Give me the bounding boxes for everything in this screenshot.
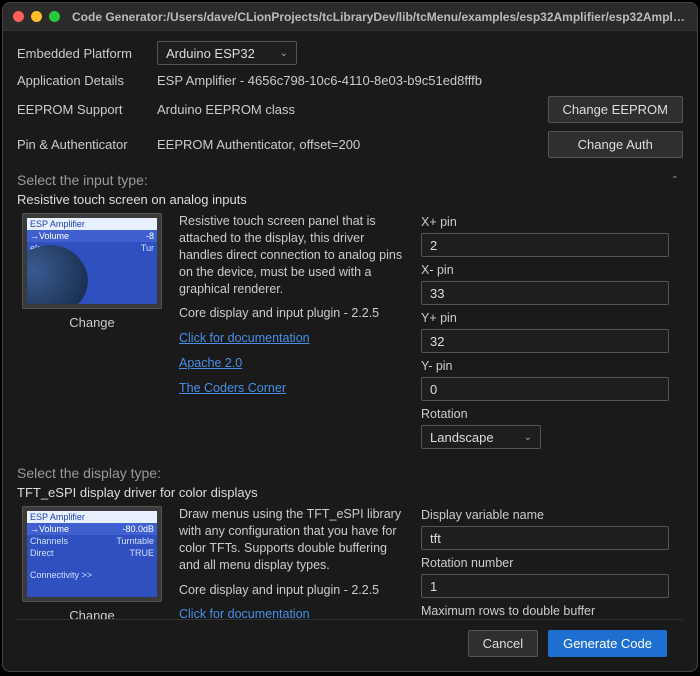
plugins-scroll[interactable]: Select the input type: ⌃ Resistive touch…	[17, 166, 683, 619]
pin-auth-value: EEPROM Authenticator, offset=200	[157, 137, 548, 152]
window-controls	[13, 11, 60, 22]
input-section-header: Select the input type: ⌃	[17, 172, 679, 188]
pin-auth-label: Pin & Authenticator	[17, 137, 157, 152]
input-plugin-block: ESP Amplifier →Volume-8 elsTur ect Chang…	[17, 213, 679, 449]
content-area: Embedded Platform Arduino ESP32 ⌄ Applic…	[3, 31, 697, 671]
maximize-icon[interactable]	[49, 11, 60, 22]
chevron-down-icon: ⌄	[280, 48, 288, 59]
top-settings: Embedded Platform Arduino ESP32 ⌄ Applic…	[17, 41, 683, 158]
platform-label: Embedded Platform	[17, 46, 157, 61]
eeprom-label: EEPROM Support	[17, 102, 157, 117]
input-license-link[interactable]: Apache 2.0	[179, 355, 409, 372]
titlebar: Code Generator:/Users/dave/CLionProjects…	[3, 3, 697, 31]
scroll-up-icon[interactable]: ⌃	[671, 175, 679, 186]
xplus-pin-input[interactable]	[421, 233, 669, 257]
platform-value: Arduino ESP32	[166, 46, 255, 61]
platform-select[interactable]: Arduino ESP32 ⌄	[157, 41, 297, 65]
yplus-pin-input[interactable]	[421, 329, 669, 353]
display-change-button[interactable]: Change	[69, 608, 115, 619]
input-plugin-props: X+ pin X- pin Y+ pin Y- pin Rotation Lan…	[421, 213, 679, 449]
display-plugin-block: ESP Amplifier →Volume-80.0dB ChannelsTur…	[17, 506, 679, 619]
input-change-button[interactable]: Change	[69, 315, 115, 330]
minimize-icon[interactable]	[31, 11, 42, 22]
eeprom-value: Arduino EEPROM class	[157, 102, 548, 117]
dialog-footer: Cancel Generate Code	[17, 619, 683, 671]
app-details-label: Application Details	[17, 73, 157, 88]
cancel-button[interactable]: Cancel	[468, 630, 538, 657]
display-var-input[interactable]	[421, 526, 669, 550]
input-plugin-description: Resistive touch screen panel that is att…	[179, 213, 409, 449]
code-generator-window: Code Generator:/Users/dave/CLionProjects…	[2, 2, 698, 672]
rotation-number-input[interactable]	[421, 574, 669, 598]
display-plugin-title: TFT_eSPI display driver for color displa…	[17, 485, 679, 500]
change-auth-button[interactable]: Change Auth	[548, 131, 684, 158]
input-plugin-title: Resistive touch screen on analog inputs	[17, 192, 679, 207]
close-icon[interactable]	[13, 11, 24, 22]
display-plugin-thumbnail: ESP Amplifier →Volume-80.0dB ChannelsTur…	[22, 506, 162, 602]
generate-code-button[interactable]: Generate Code	[548, 630, 667, 657]
rotation-select[interactable]: Landscape ⌄	[421, 425, 541, 449]
yminus-pin-input[interactable]	[421, 377, 669, 401]
input-plugin-thumbnail: ESP Amplifier →Volume-8 elsTur ect	[22, 213, 162, 309]
app-details-value: ESP Amplifier - 4656c798-10c6-4110-8e03-…	[157, 73, 683, 88]
change-eeprom-button[interactable]: Change EEPROM	[548, 96, 684, 123]
display-plugin-description: Draw menus using the TFT_eSPI library wi…	[179, 506, 409, 619]
display-plugin-props: Display variable name Rotation number Ma…	[421, 506, 679, 619]
input-doc-link[interactable]: Click for documentation	[179, 330, 409, 347]
window-title: Code Generator:/Users/dave/CLionProjects…	[72, 10, 687, 24]
xminus-pin-input[interactable]	[421, 281, 669, 305]
chevron-down-icon: ⌄	[524, 432, 532, 443]
display-section-header: Select the display type:	[17, 465, 679, 481]
display-doc-link[interactable]: Click for documentation	[179, 606, 409, 619]
input-author-link[interactable]: The Coders Corner	[179, 380, 409, 397]
